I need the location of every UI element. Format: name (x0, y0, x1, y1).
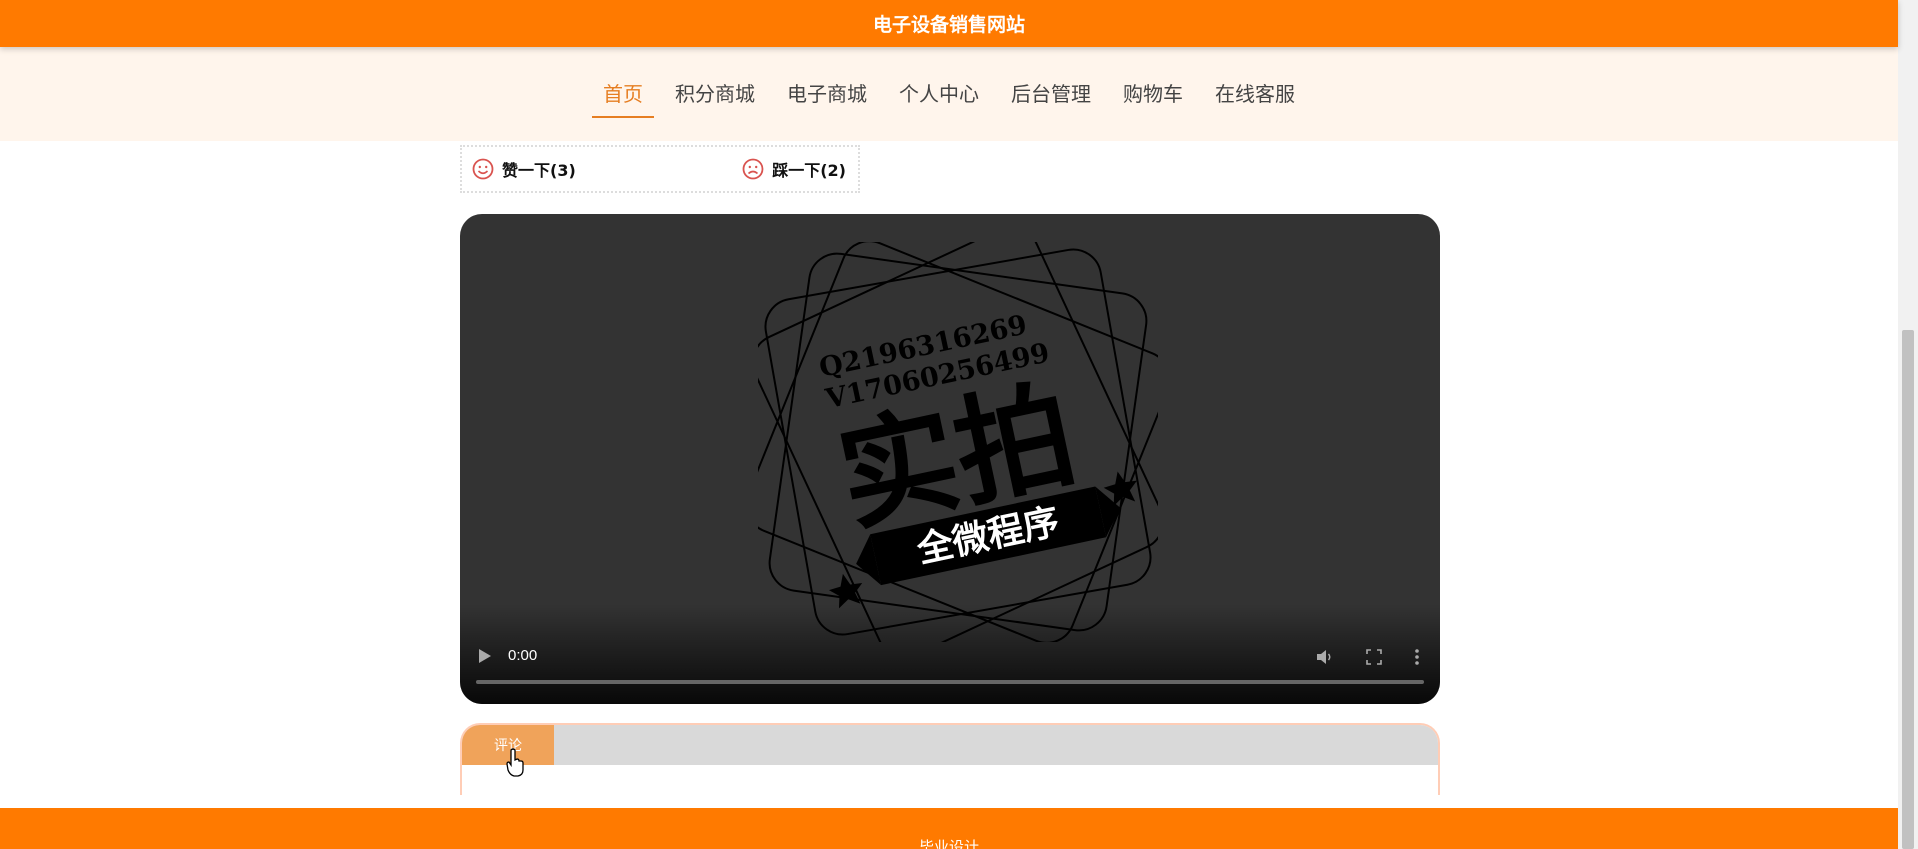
nav-item-home[interactable]: 首页 (592, 74, 654, 118)
video-progress-bar[interactable] (476, 680, 1424, 684)
nav-item-electronics-mall[interactable]: 电子商城 (776, 74, 878, 114)
video-controls: 0:00 (460, 604, 1440, 704)
comment-section: 评论 (460, 723, 1440, 795)
like-label: 赞一下(3) (502, 161, 576, 180)
video-time: 0:00 (508, 647, 538, 664)
volume-icon[interactable] (1316, 648, 1334, 666)
like-button[interactable]: 赞一下(3) (472, 157, 576, 181)
site-footer: 毕业设计 (0, 808, 1898, 849)
page-scrollbar[interactable] (1898, 0, 1918, 849)
nav-item-online-service[interactable]: 在线客服 (1204, 74, 1306, 114)
tab-strip: 评论 (462, 725, 1438, 765)
scrollbar-thumb[interactable] (1902, 330, 1914, 849)
nav-item-personal-center[interactable]: 个人中心 (888, 74, 990, 114)
dislike-label: 踩一下(2) (772, 161, 846, 180)
footer-text: 毕业设计 (918, 838, 979, 849)
fullscreen-icon[interactable] (1366, 649, 1382, 665)
hand-cursor-icon (506, 748, 524, 777)
video-player[interactable]: Q2196316269 V17060256499 实拍 全微程序 0:00 (460, 214, 1440, 704)
vote-box: 赞一下(3) 踩一下(2) (460, 145, 860, 193)
more-options-icon[interactable] (1414, 648, 1420, 666)
nav-item-cart[interactable]: 购物车 (1112, 74, 1194, 114)
main-nav: 首页 积分商城 电子商城 个人中心 后台管理 购物车 在线客服 (0, 47, 1898, 141)
play-icon[interactable] (478, 648, 492, 664)
video-poster: Q2196316269 V17060256499 实拍 全微程序 (758, 242, 1158, 642)
site-header: 电子设备销售网站 (0, 0, 1898, 47)
frown-icon (742, 158, 764, 180)
dislike-button[interactable]: 踩一下(2) (742, 157, 846, 181)
smile-icon (472, 158, 494, 180)
site-title: 电子设备销售网站 (872, 14, 1025, 36)
nav-item-points-mall[interactable]: 积分商城 (664, 74, 766, 114)
nav-item-admin[interactable]: 后台管理 (1000, 74, 1102, 114)
